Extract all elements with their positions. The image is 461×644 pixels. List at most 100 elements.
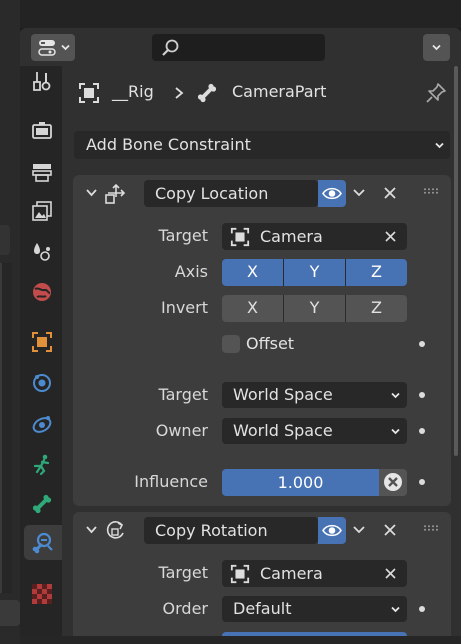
armature-pose-icon xyxy=(31,453,53,475)
tab-object-data[interactable] xyxy=(28,450,56,478)
order-value: Default xyxy=(233,599,292,618)
owner-space-value: World Space xyxy=(233,421,333,440)
target-label: Target xyxy=(158,226,209,245)
viewport-edge xyxy=(0,600,20,626)
object-icon xyxy=(230,227,250,247)
close-icon[interactable] xyxy=(383,523,397,537)
breadcrumb-bone-name: CameraPart xyxy=(232,82,327,101)
owner-space-dropdown[interactable]: World Space xyxy=(222,418,407,444)
disable-keep-transform-button[interactable] xyxy=(379,469,407,496)
axis-y-toggle[interactable]: Y xyxy=(283,259,345,286)
target-object-field[interactable]: Camera xyxy=(222,560,407,587)
checker-texture-icon xyxy=(32,584,52,604)
constraint-enable-toggle[interactable] xyxy=(318,517,346,544)
constraint-menu-chevron-icon[interactable] xyxy=(352,187,366,199)
object-icon xyxy=(78,82,100,104)
panel-collapse-icon[interactable] xyxy=(85,187,98,198)
clear-icon[interactable] xyxy=(384,230,397,243)
target-space-label: Target xyxy=(158,385,209,404)
scrollbar[interactable] xyxy=(454,66,458,456)
bone-constraint-icon xyxy=(31,531,55,555)
copy-location-icon xyxy=(104,183,128,205)
axis-z-toggle[interactable]: Z xyxy=(345,259,407,286)
chevron-down-icon xyxy=(390,426,401,437)
bone-icon xyxy=(31,493,53,515)
owner-space-label: Owner xyxy=(155,421,208,440)
tab-texture[interactable] xyxy=(28,580,56,608)
invert-y-toggle[interactable]: Y xyxy=(283,295,345,322)
offset-checkbox[interactable] xyxy=(222,335,240,353)
keyframe-dot[interactable] xyxy=(419,428,425,434)
clear-icon[interactable] xyxy=(384,567,397,580)
tab-output[interactable] xyxy=(28,158,56,186)
bone-icon xyxy=(196,82,218,104)
order-label: Order xyxy=(162,599,208,618)
breadcrumb: __Rig CameraPart xyxy=(76,78,456,108)
invert-z-toggle[interactable]: Z xyxy=(345,295,407,322)
search-icon xyxy=(161,38,181,58)
breadcrumb-object-name: __Rig xyxy=(112,82,154,101)
chevron-down-icon xyxy=(60,42,71,53)
order-dropdown[interactable]: Default xyxy=(222,596,407,622)
axis-label: Axis xyxy=(174,262,208,281)
chevron-right-icon xyxy=(173,86,185,100)
drag-handle-icon[interactable] xyxy=(423,525,439,531)
keyframe-dot[interactable] xyxy=(419,606,425,612)
axis-toggle-group: X Y Z xyxy=(222,259,407,286)
tab-object[interactable] xyxy=(28,328,56,356)
scene-shapes-icon xyxy=(31,240,53,262)
tab-view-layer[interactable] xyxy=(28,197,56,225)
constraint-enable-toggle[interactable] xyxy=(318,180,346,207)
image-stack-icon xyxy=(31,200,53,222)
keyframe-dot[interactable] xyxy=(419,341,425,347)
editor-type-button[interactable] xyxy=(31,34,75,61)
invert-x-toggle[interactable]: X xyxy=(222,295,283,322)
axis-x-toggle[interactable]: X xyxy=(222,259,283,286)
chevron-down-icon xyxy=(431,42,442,53)
target-object-value: Camera xyxy=(260,227,323,246)
constraint-name-field[interactable]: Copy Location xyxy=(144,180,318,207)
invert-label: Invert xyxy=(160,298,208,317)
properties-editor-icon xyxy=(38,39,56,56)
top-strip xyxy=(20,0,461,28)
chevron-down-icon xyxy=(434,140,445,151)
close-icon[interactable] xyxy=(383,186,397,200)
copy-rotation-icon xyxy=(104,519,128,541)
constraint-name-value: Copy Location xyxy=(155,184,269,203)
target-object-field[interactable]: Camera xyxy=(222,223,407,250)
panel-collapse-icon[interactable] xyxy=(85,524,98,535)
eye-icon xyxy=(322,522,342,539)
constraint-name-field[interactable]: Copy Rotation xyxy=(144,517,318,544)
constraint-menu-chevron-icon[interactable] xyxy=(352,524,366,536)
tab-world[interactable] xyxy=(28,278,56,306)
target-space-dropdown[interactable]: World Space xyxy=(222,382,407,408)
viewport-edge xyxy=(0,225,10,255)
tab-modifiers[interactable] xyxy=(28,369,56,397)
wrench-screwdriver-icon xyxy=(31,70,53,92)
tab-physics[interactable] xyxy=(28,410,56,438)
invert-toggle-group: X Y Z xyxy=(222,295,407,322)
object-square-icon xyxy=(31,331,53,353)
constraint-name-value: Copy Rotation xyxy=(155,521,268,540)
influence-value: 1.000 xyxy=(277,473,324,492)
influence-slider[interactable]: 1.000 xyxy=(222,469,379,496)
tab-scene[interactable] xyxy=(28,237,56,265)
printer-icon xyxy=(31,161,53,183)
camera-back-icon xyxy=(31,120,53,142)
chevron-down-icon xyxy=(390,604,401,615)
add-bone-constraint-label: Add Bone Constraint xyxy=(86,135,251,154)
keyframe-dot[interactable] xyxy=(419,479,425,485)
search-field[interactable] xyxy=(152,34,325,61)
tab-render[interactable] xyxy=(28,117,56,145)
x-circle-icon xyxy=(383,472,403,492)
target-label: Target xyxy=(158,563,209,582)
tab-tool[interactable] xyxy=(28,67,56,95)
pin-icon[interactable] xyxy=(425,82,447,104)
world-icon xyxy=(31,281,53,303)
tab-bone-constraints[interactable] xyxy=(24,525,62,560)
drag-handle-icon[interactable] xyxy=(423,188,439,194)
add-bone-constraint-dropdown[interactable]: Add Bone Constraint xyxy=(74,131,450,159)
tab-bone[interactable] xyxy=(28,490,56,518)
keyframe-dot[interactable] xyxy=(419,392,425,398)
options-dropdown-button[interactable] xyxy=(423,34,450,61)
